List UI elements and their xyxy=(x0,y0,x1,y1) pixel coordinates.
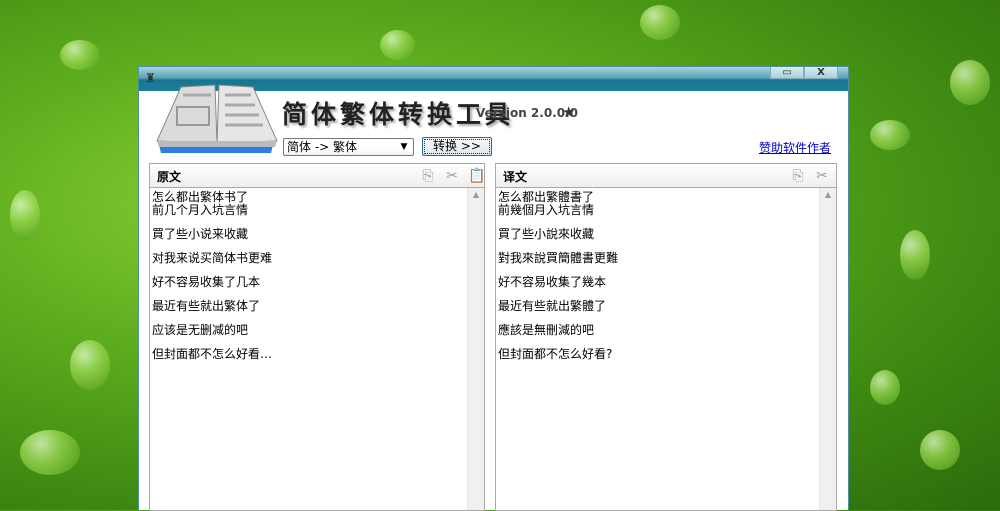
scroll-up-icon[interactable]: ▲ xyxy=(468,188,484,202)
text-line: 最近有些就出繁體了 xyxy=(498,299,607,313)
sponsor-link[interactable]: 赞助软件作者 xyxy=(759,139,831,156)
direction-select[interactable]: 简体 -> 繁体 ▼ xyxy=(283,138,414,156)
target-label: 译文 xyxy=(503,170,528,184)
app-window: ♜ ▭ X 简体繁体转换工具 Version 2.0.0.0 ★ 简体 -> 繁… xyxy=(138,66,849,511)
chevron-down-icon[interactable]: ▼ xyxy=(397,140,411,154)
text-line: 好不容易收集了几本 xyxy=(152,275,261,289)
text-line: 但封面都不怎么好看? xyxy=(498,347,613,361)
cut-icon[interactable]: ✂ xyxy=(814,168,830,184)
text-line: 好不容易收集了幾本 xyxy=(498,275,607,289)
text-line: 怎么都出繁体书了 xyxy=(152,190,249,204)
minimize-button[interactable]: ▭ xyxy=(770,67,804,79)
convert-button[interactable]: 转换 >> xyxy=(422,137,492,156)
source-textarea[interactable]: 怎么都出繁体书了 前几个月入坑言情 買了些小说来收藏对我来说买简体书更难 好不容易收集… xyxy=(150,188,484,510)
text-line: 前几个月入坑言情 xyxy=(152,203,249,217)
source-label: 原文 xyxy=(157,170,182,184)
target-textarea[interactable]: 怎么都出繁體書了 前幾個月入坑言情 買了些小說來收藏對我來說買簡體書更難 好不容易收集… xyxy=(496,188,836,510)
direction-value: 简体 -> 繁体 xyxy=(287,140,358,154)
text-line: 對我來說買簡體書更難 xyxy=(498,251,619,265)
copy-icon[interactable]: ⎘ xyxy=(790,168,806,184)
text-line: 应该是无删减的吧 xyxy=(152,323,249,337)
star-icon[interactable]: ★ xyxy=(562,103,575,121)
close-button[interactable]: X xyxy=(804,67,838,79)
scroll-up-icon[interactable]: ▲ xyxy=(820,188,836,202)
text-line: 最近有些就出繁体了 xyxy=(152,299,261,313)
text-line: 但封面都不怎么好看… xyxy=(152,347,273,361)
text-line: 前幾個月入坑言情 xyxy=(498,203,595,217)
text-line: 應該是無刪減的吧 xyxy=(498,323,595,337)
text-line: 怎么都出繁體書了 xyxy=(498,190,595,204)
scrollbar[interactable]: ▲ xyxy=(467,188,484,510)
target-panel: 译文 ⎘ ✂ 怎么都出繁體書了 前幾個月入坑言情 買了些小說來收藏對我來說買簡體書更… xyxy=(495,163,837,511)
source-panel: 原文 ⎘ ✂ 📋 怎么都出繁体书了 前几个月入坑言情 買了些小说来收藏对我来说买简体… xyxy=(149,163,485,511)
copy-icon[interactable]: ⎘ xyxy=(420,168,436,184)
book-logo-icon xyxy=(156,84,278,153)
paste-icon[interactable]: 📋 xyxy=(468,168,485,184)
text-line: 買了些小说来收藏 xyxy=(152,227,249,241)
cut-icon[interactable]: ✂ xyxy=(444,168,460,184)
text-line: 買了些小說來收藏 xyxy=(498,227,595,241)
text-line: 对我来说买简体书更难 xyxy=(152,251,273,265)
scrollbar[interactable]: ▲ xyxy=(819,188,836,510)
